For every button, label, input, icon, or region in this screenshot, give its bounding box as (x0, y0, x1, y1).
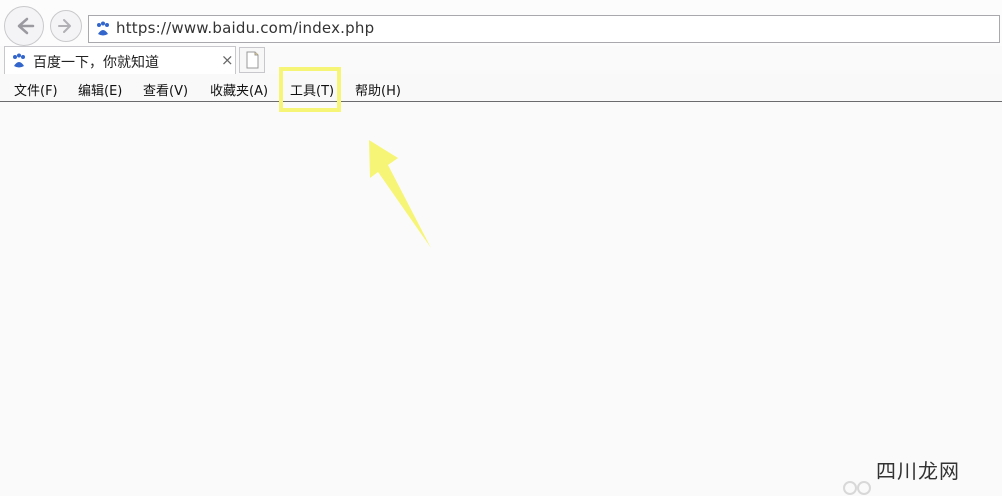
new-tab-button[interactable] (239, 47, 265, 73)
new-tab-icon (246, 51, 259, 69)
tab-title: 百度一下，你就知道 (33, 55, 159, 71)
menu-view[interactable]: 查看(V) (143, 80, 188, 99)
page-content (0, 102, 1002, 496)
menu-file[interactable]: 文件(F) (14, 80, 58, 99)
watermark-text: 四川龙网 (876, 459, 960, 483)
pointer-arrow-icon (369, 140, 431, 248)
menu-bar: 文件(F) 编辑(E) 查看(V) 收藏夹(A) 工具(T) 帮助(H) (0, 74, 1002, 102)
url-text: https://www.baidu.com/index.php (116, 19, 375, 37)
forward-arrow-icon (58, 19, 71, 33)
baidu-paw-icon (13, 53, 25, 68)
tab-strip: 百度一下，你就知道 × (0, 46, 1002, 76)
tab-baidu[interactable]: 百度一下，你就知道 × (4, 46, 236, 74)
watermark-logo-icon (843, 481, 871, 495)
forward-button[interactable] (50, 10, 82, 42)
baidu-paw-icon (97, 21, 109, 36)
back-arrow-icon (17, 17, 35, 35)
menu-favorites[interactable]: 收藏夹(A) (210, 80, 268, 99)
menu-edit[interactable]: 编辑(E) (78, 80, 122, 99)
address-row: https://www.baidu.com/index.php (0, 0, 1002, 46)
menu-help[interactable]: 帮助(H) (355, 80, 401, 99)
tab-close-icon[interactable]: × (221, 51, 234, 69)
back-button[interactable] (4, 6, 44, 46)
address-field[interactable]: https://www.baidu.com/index.php (88, 15, 1000, 43)
